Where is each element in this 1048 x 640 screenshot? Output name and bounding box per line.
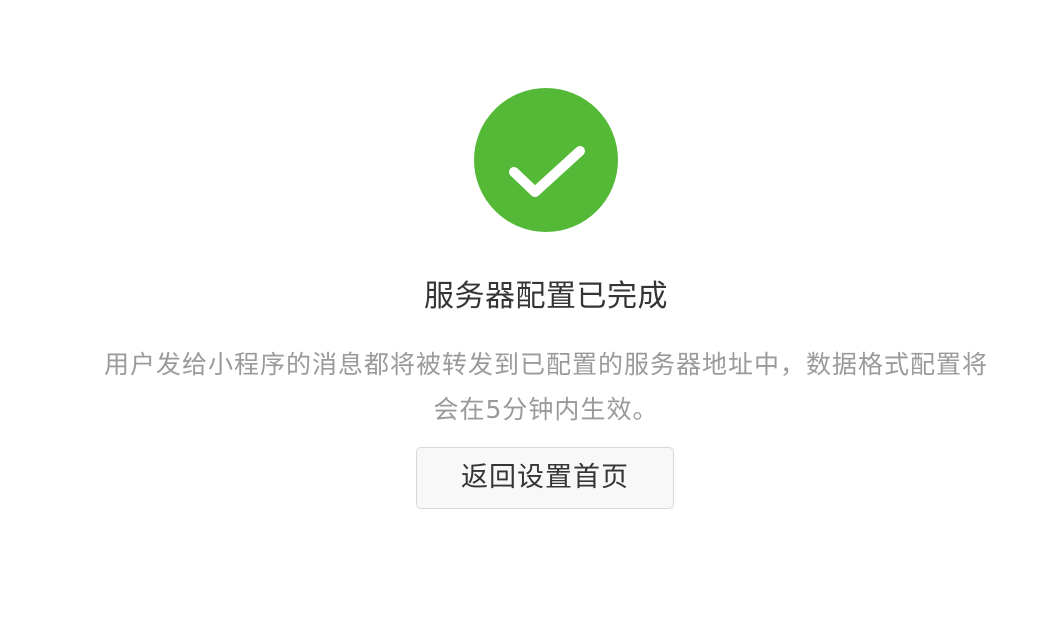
success-title: 服务器配置已完成: [424, 279, 668, 314]
return-settings-home-button[interactable]: 返回设置首页: [416, 447, 674, 509]
success-description: 用户发给小程序的消息都将被转发到已配置的服务器地址中，数据格式配置将会在5分钟内…: [103, 350, 988, 424]
success-check-icon: [474, 88, 618, 232]
success-page: 服务器配置已完成 用户发给小程序的消息都将被转发到已配置的服务器地址中，数据格式…: [0, 0, 1048, 640]
